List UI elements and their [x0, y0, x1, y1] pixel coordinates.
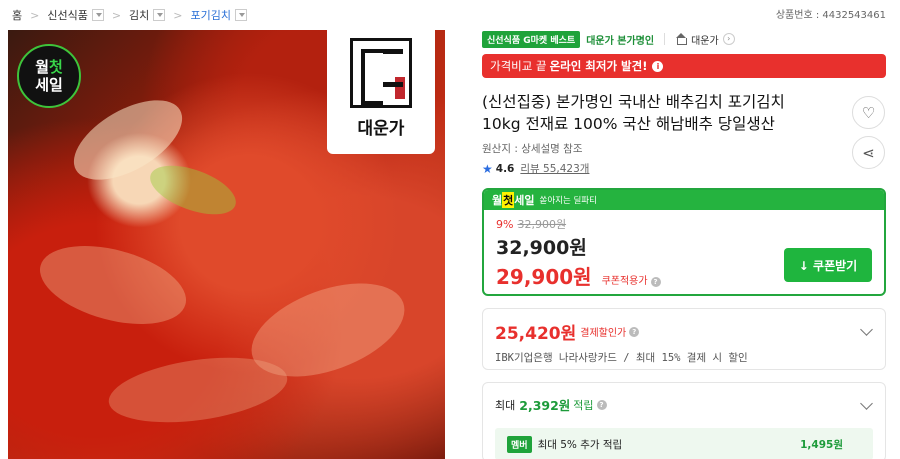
- rating-score: 4.6: [495, 162, 515, 175]
- tag-row: 신선식품 G마켓 베스트 대운가 본가명인 대운가 ›: [482, 30, 886, 48]
- info-icon[interactable]: i: [652, 60, 664, 72]
- member-points-row: 멤버 최대 5% 추가 적립 1,495원: [495, 428, 873, 459]
- chevron-right-icon[interactable]: ›: [722, 33, 735, 45]
- coupon-price: 29,900원: [496, 265, 592, 289]
- seller-tag[interactable]: 대운가 본가명인: [586, 32, 654, 47]
- payment-discount-label: 결제할인가: [580, 328, 627, 339]
- brand-mark-icon: [350, 38, 412, 108]
- breadcrumb-level2[interactable]: 김치: [129, 7, 149, 23]
- member-points-text: 최대 5% 추가 적립: [537, 438, 623, 451]
- points-prefix: 최대: [495, 398, 516, 412]
- product-number: 상품번호 : 4432543461: [775, 10, 886, 21]
- wishlist-heart-icon[interactable]: ♡: [852, 96, 885, 129]
- breadcrumb-separator: >: [30, 8, 40, 22]
- breadcrumb-level3[interactable]: 포기김치: [191, 7, 231, 23]
- discount-rate: 9% 32,900원: [496, 216, 872, 232]
- brand-logo-text: 대운가: [357, 119, 405, 139]
- payment-discount-desc: IBK기업은행 나라사랑카드 / 최대 15% 결제 시 할인: [495, 352, 748, 364]
- breadcrumb-separator: >: [173, 8, 183, 22]
- deal-subtitle: 쏟아지는 딜파티: [539, 196, 597, 206]
- breadcrumb-home[interactable]: 홈: [12, 7, 22, 23]
- home-icon: [675, 33, 688, 45]
- breadcrumb-separator: >: [111, 8, 122, 22]
- badge-text: 세일: [35, 76, 63, 94]
- member-badge: 멤버: [507, 435, 532, 453]
- get-coupon-button[interactable]: ↓ 쿠폰받기: [784, 248, 872, 282]
- badge-text: 월: [35, 58, 49, 76]
- breadcrumb: 홈 > 신선식품 > 김치 > 포기김치: [12, 6, 247, 24]
- best-tag[interactable]: 신선식품 G마켓 베스트: [482, 30, 581, 48]
- brand-logo: 대운가: [327, 30, 435, 154]
- origin-text: 원산지 : 상세설명 참조: [482, 143, 583, 155]
- month-sale-badge: 월첫 세일: [17, 44, 81, 108]
- banner-text: 가격비교 끝: [490, 59, 547, 73]
- deal-box: 월 첫 세일 쏟아지는 딜파티 9% 32,900원 32,900원 29,900원 …: [482, 188, 886, 296]
- points-amount: 2,392원: [519, 398, 571, 413]
- badge-text: 첫: [49, 58, 63, 76]
- shop-link[interactable]: 대운가: [691, 32, 719, 47]
- star-icon: ★: [482, 161, 493, 176]
- chevron-down-icon[interactable]: [91, 9, 104, 21]
- coupon-price-label: 쿠폰적용가: [601, 276, 648, 287]
- chevron-down-icon[interactable]: [235, 9, 247, 21]
- review-count-link[interactable]: 리뷰 55,423개: [520, 161, 589, 176]
- help-icon[interactable]: ?: [650, 277, 661, 287]
- payment-discount-card[interactable]: 25,420원 결제할인가 ? IBK기업은행 나라사랑카드 / 최대 15% …: [482, 308, 886, 370]
- price-compare-banner[interactable]: 가격비교 끝 온라인 최저가 발견! i: [482, 54, 886, 78]
- original-price: 32,900원: [517, 218, 567, 231]
- payment-discount-amount: 25,420원: [495, 324, 577, 344]
- points-card[interactable]: 최대 2,392원 적립 ? 멤버 최대 5% 추가 적립 1,495원: [482, 382, 886, 459]
- help-icon[interactable]: ?: [596, 399, 607, 410]
- chevron-down-icon[interactable]: [153, 9, 166, 21]
- rating: ★ 4.6 리뷰 55,423개: [482, 161, 886, 176]
- deal-header: 월 첫 세일 쏟아지는 딜파티: [484, 190, 884, 210]
- discount-percent: 9%: [496, 218, 514, 231]
- banner-strong-text: 온라인 최저가 발견!: [549, 59, 648, 73]
- product-info-panel: 신선식품 G마켓 베스트 대운가 본가명인 대운가 › 가격비교 끝 온라인 최…: [482, 30, 886, 459]
- product-title: (신선집중) 본가명인 국내산 배추김치 포기김치 10kg 전재료 100% …: [482, 93, 785, 133]
- deal-title: 첫: [502, 192, 515, 208]
- share-icon[interactable]: ⋖: [852, 136, 885, 169]
- points-suffix: 적립: [573, 398, 594, 412]
- deal-title: 세일: [514, 194, 535, 207]
- divider: [664, 33, 666, 45]
- deal-title: 월: [492, 194, 503, 207]
- breadcrumb-level1[interactable]: 신선식품: [47, 7, 87, 23]
- help-icon[interactable]: ?: [629, 326, 640, 337]
- member-points-amount: 1,495원: [800, 438, 843, 451]
